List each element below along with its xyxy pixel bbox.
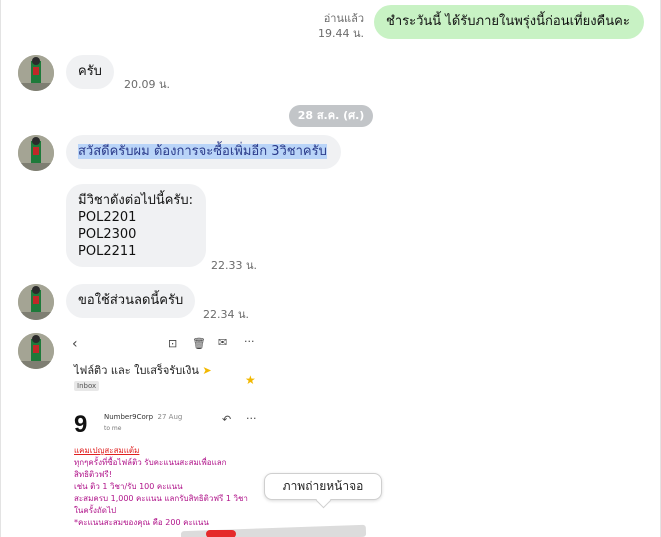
email-body: แคมเปญสะสมแต้ม ทุกๆครั้งที่ซื้อไฟล์ติว ร… <box>74 445 260 529</box>
message-time: 19.44 น. <box>317 27 364 40</box>
body-line: สะสมครบ 1,000 คะแนน แลกรับสิทธิติวฟรี 1 … <box>74 494 248 503</box>
incoming-message[interactable]: ครับ <box>66 55 114 89</box>
outgoing-message[interactable]: ชำระวันนี้ ได้รับภายในพรุ่งนี้ก่อนเที่ยง… <box>374 5 644 39</box>
message-time: 20.09 น. <box>124 78 171 91</box>
message-time: 22.33 น. <box>211 259 258 272</box>
more-icon: ··· <box>244 335 255 348</box>
body-line: *คะแนนสะสมของคุณ คือ 200 คะแนน <box>74 518 209 527</box>
incoming-message[interactable]: ขอใช้ส่วนลดนี้ครับ <box>66 284 196 318</box>
star-icon: ★ <box>245 373 256 387</box>
read-status: อ่านแล้ว <box>323 12 364 25</box>
back-arrow-icon: ‹ <box>72 336 78 352</box>
sender-line: Number9Corp 27 Aug <box>104 413 183 421</box>
message-line: มีวิชาดังต่อไปนี้ครับ: <box>78 193 194 208</box>
avatar[interactable] <box>18 135 54 171</box>
record-button[interactable] <box>206 530 236 537</box>
incoming-message[interactable]: มีวิชาดังต่อไปนี้ครับ: POL2201 POL2300 P… <box>66 184 206 267</box>
body-line: ในครั้งถัดไป <box>74 506 117 515</box>
outgoing-meta: อ่านแล้ว 19.44 น. <box>304 11 364 41</box>
selected-text: สวัสดีครับผม ต้องการจะซื้อเพิ่มอีก 3วิชา… <box>78 144 327 159</box>
label-arrow-icon: ➤ <box>202 364 212 377</box>
more-icon: ··· <box>246 412 257 425</box>
body-line: เช่น ติว 1 วิชา/รับ 100 คะแนน <box>74 482 183 491</box>
avatar[interactable] <box>18 333 54 369</box>
message-line: POL2201 <box>78 210 137 225</box>
chat-window: อ่านแล้ว 19.44 น. ชำระวันนี้ ได้รับภายใน… <box>0 0 661 537</box>
email-subject: ไฟล์ติว และ ใบเสร็จรับเงิน ➤ <box>74 364 212 377</box>
reply-icon: ↶ <box>222 413 232 426</box>
message-time: 22.34 น. <box>203 308 250 321</box>
incoming-message[interactable]: สวัสดีครับผม ต้องการจะซื้อเพิ่มอีก 3วิชา… <box>66 135 341 169</box>
avatar[interactable] <box>18 55 54 91</box>
recipient-line: to me <box>104 425 122 432</box>
avatar[interactable] <box>18 284 54 320</box>
screenshot-tooltip: ภาพถ่ายหน้าจอ <box>264 473 382 500</box>
message-line: POL2300 <box>78 227 137 242</box>
body-line: สิทธิติวฟรี! <box>74 470 112 479</box>
trash-icon: 🗑 <box>192 337 206 350</box>
archive-icon: ⊡ <box>168 337 178 350</box>
body-heading: แคมเปญสะสมแต้ม <box>74 446 140 455</box>
sender-logo: 9 <box>74 411 88 438</box>
image-message[interactable]: ‹ ⊡ 🗑 ✉ ··· ไฟล์ติว และ ใบเสร็จรับเงิน ➤… <box>66 327 264 537</box>
body-line: ทุกๆครั้งที่ซื้อไฟล์ติว รับคะแนนสะสมเพื่… <box>74 458 227 467</box>
inbox-tag: Inbox <box>74 381 100 391</box>
mail-icon: ✉ <box>218 336 228 349</box>
date-divider: 28 ส.ค. (ศ.) <box>289 105 373 127</box>
message-line: POL2211 <box>78 244 137 259</box>
